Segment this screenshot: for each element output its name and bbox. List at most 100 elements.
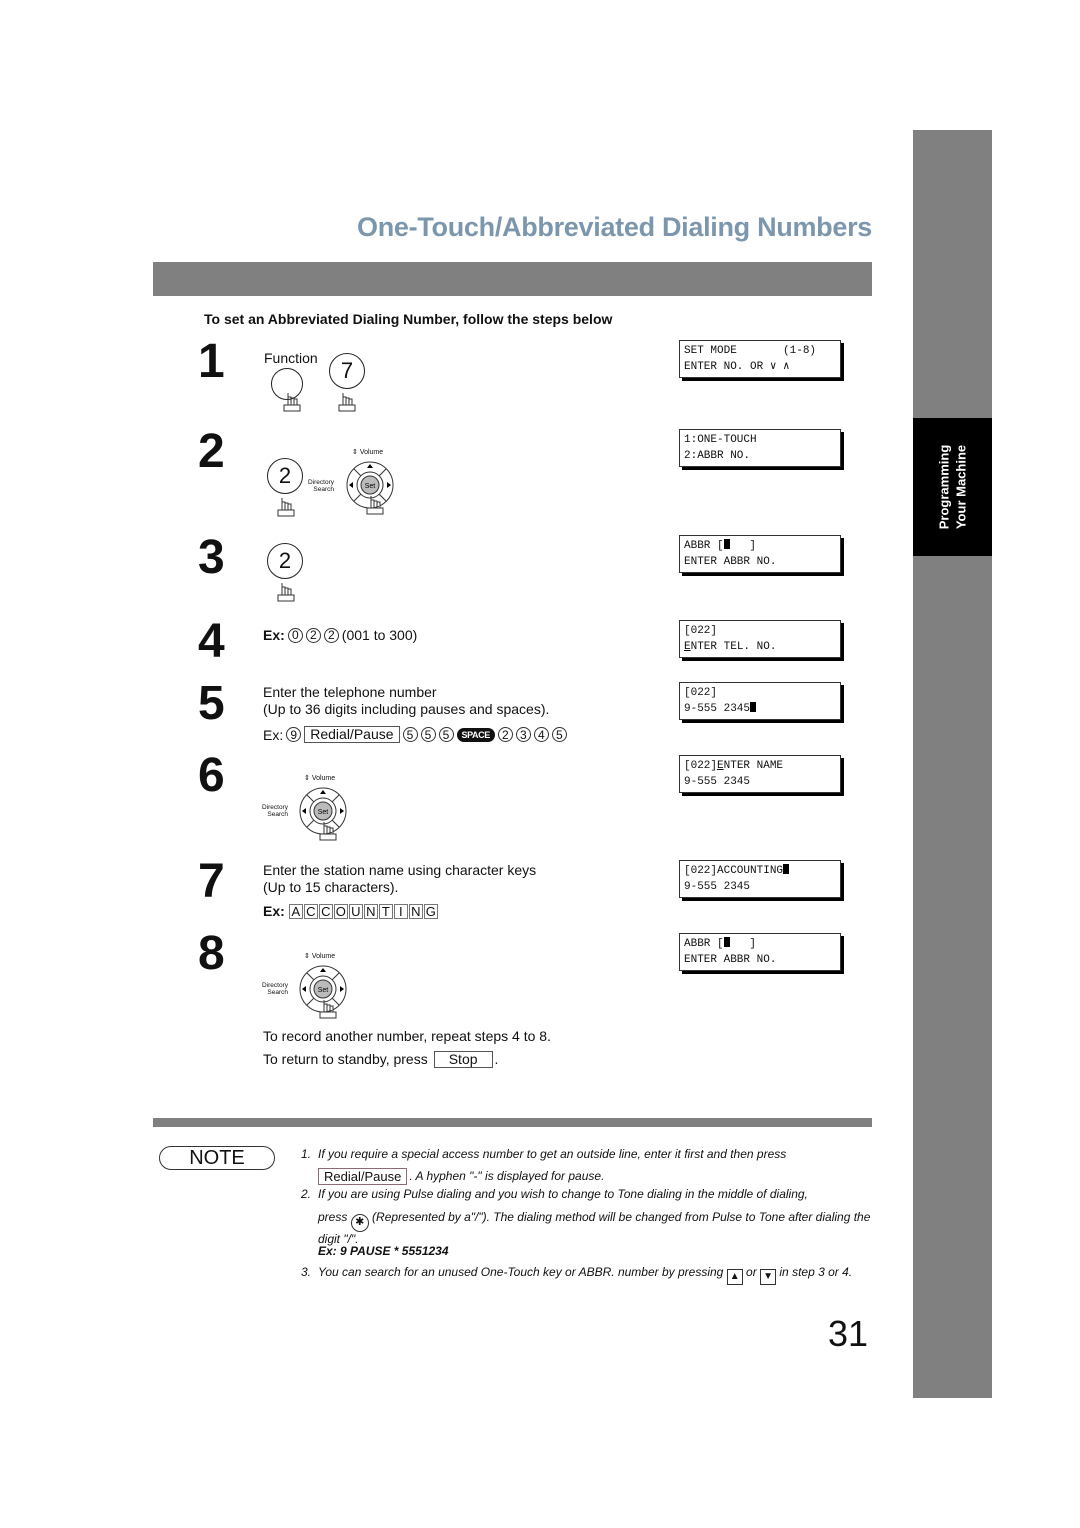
char-key: A <box>288 903 303 919</box>
char-key: U <box>348 903 363 919</box>
note-number: 3. <box>301 1265 312 1279</box>
ex-label: Ex: <box>263 627 285 643</box>
lcd-display: [022]ENTER NAME 9-555 2345 <box>679 755 841 793</box>
note-line: Redial/Pause . A hyphen "-" is displayed… <box>318 1168 878 1185</box>
instruction-line: (Up to 15 characters). <box>263 879 399 895</box>
lcd-cursor-char: E <box>684 641 691 653</box>
lcd-line: ENTER ABBR NO. <box>684 954 777 966</box>
lcd-display: 1:ONE-TOUCH 2:ABBR NO. <box>679 429 841 467</box>
step-7-example: Ex: A C C O U N T I N G <box>263 903 439 919</box>
instruction-line: (Up to 36 digits including pauses and sp… <box>263 701 550 717</box>
lcd-display: ABBR [ ] ENTER ABBR NO. <box>679 535 841 573</box>
redial-pause-key: Redial/Pause <box>304 726 400 743</box>
lcd-line: 9-555 2345 <box>684 701 836 717</box>
char-key: T <box>378 903 393 919</box>
cursor-block <box>750 702 757 712</box>
note-number: 1. <box>301 1147 312 1161</box>
ex-label: Ex: <box>263 726 284 743</box>
lcd-cursor-char: E <box>717 760 724 772</box>
char-key: C <box>303 903 318 919</box>
key-7-button[interactable]: 7 <box>329 353 365 389</box>
lcd-text: [022]ACCOUNTING <box>684 865 784 877</box>
lcd-display: [022]ACCOUNTING 9-555 2345 <box>679 860 841 898</box>
note-text: in step 3 or 4. <box>779 1265 853 1279</box>
lcd-line: [022] <box>684 687 718 699</box>
lcd-line: [022]ACCOUNTING <box>684 863 836 879</box>
instruction-line: Enter the telephone number <box>263 684 437 700</box>
step-number-1: 1 <box>198 335 225 388</box>
lcd-line: 2:ABBR NO. <box>684 450 751 462</box>
lcd-line: 9-555 2345 <box>684 776 751 788</box>
step-number-7: 7 <box>198 855 225 908</box>
volume-text: Volume <box>311 953 336 960</box>
char-key: G <box>423 903 438 919</box>
note-line: press ✱ (Represented by a"/"). The diali… <box>318 1210 878 1247</box>
note-text: press <box>318 1210 348 1224</box>
ex-label: Ex: <box>263 903 285 919</box>
set-button-label: Set <box>318 987 329 994</box>
lcd-line: 1:ONE-TOUCH <box>684 434 757 446</box>
char-key: C <box>318 903 333 919</box>
note-text: (Represented by a"/"). The dialing metho… <box>318 1210 871 1246</box>
volume-label: ⇕ Volume <box>304 775 336 782</box>
standby-text: To return to standby, press <box>263 1051 428 1067</box>
note-text: or <box>746 1265 757 1279</box>
search-text: Search <box>267 811 289 818</box>
stop-key: Stop <box>433 1051 493 1068</box>
instruction-line: Enter the station name using character k… <box>263 862 537 878</box>
step-7-instruction: Enter the station name using character k… <box>263 862 536 896</box>
char-key: I <box>393 903 408 919</box>
directory-text: Directory <box>262 982 289 989</box>
step-number-8: 8 <box>198 927 225 980</box>
page-title: One-Touch/Abbreviated Dialing Numbers <box>357 212 872 242</box>
lcd-line: ENTER ABBR NO. <box>684 556 777 568</box>
finger-press-icon <box>277 583 295 602</box>
directory-search-label: Directory Search <box>262 982 288 996</box>
step-number-6: 6 <box>198 749 225 802</box>
up-arrow-key-icon: ▲ <box>726 1268 743 1285</box>
lcd-line: [022]ENTER NAME <box>684 758 836 774</box>
finger-press-icon <box>283 393 301 412</box>
digit-key: 4 <box>533 727 549 742</box>
space-key: SPACE <box>456 727 495 742</box>
volume-text: Volume <box>359 449 384 456</box>
key-2-button[interactable]: 2 <box>267 543 303 579</box>
redial-pause-key: Redial/Pause <box>318 1168 408 1185</box>
volume-label: ⇕ Volume <box>352 449 384 456</box>
side-tab <box>913 130 992 1398</box>
page-number: 31 <box>828 1313 869 1354</box>
char-key: N <box>408 903 423 919</box>
directory-search-label: Directory Search <box>262 804 288 818</box>
step-5-instruction: Enter the telephone number (Up to 36 dig… <box>263 684 549 718</box>
lcd-text: ] <box>729 938 757 950</box>
step-number-5: 5 <box>198 677 225 730</box>
digit-key: 2 <box>323 627 339 643</box>
lcd-text: [022] <box>684 760 718 772</box>
lcd-display: [022] ENTER TEL. NO. <box>679 620 841 658</box>
function-label: Function <box>264 350 318 366</box>
lcd-text: 9-555 2345 <box>684 703 751 715</box>
digit-key: 2 <box>305 627 321 643</box>
footer-bar <box>153 1118 872 1127</box>
step-number-2: 2 <box>198 425 225 478</box>
finger-press-icon <box>319 822 337 841</box>
note-text: If you require a special access number t… <box>318 1147 787 1161</box>
side-tab-line2: Your Machine <box>953 444 969 530</box>
note-text: You can search for an unused One-Touch k… <box>318 1265 724 1279</box>
range-text: (001 to 300) <box>341 627 418 643</box>
digit-key: 9 <box>286 727 302 742</box>
digit-key: 5 <box>402 727 418 742</box>
finger-press-icon <box>319 1000 337 1019</box>
lcd-display: [022] 9-555 2345 <box>679 682 841 720</box>
step-4-example: Ex: 0 2 2 (001 to 300) <box>263 627 417 643</box>
key-2-button[interactable]: 2 <box>267 458 303 494</box>
lcd-text: NTER TEL. NO. <box>690 641 777 653</box>
side-tab-label: Programming Your Machine <box>913 418 992 556</box>
search-text: Search <box>267 989 289 996</box>
set-button-label: Set <box>318 809 329 816</box>
header-bar <box>153 262 872 296</box>
note-text: . A hyphen "-" is displayed for pause. <box>409 1169 605 1183</box>
finger-press-icon <box>338 393 356 412</box>
star-key-icon: ✱ <box>350 1213 369 1232</box>
volume-label: ⇕ Volume <box>304 953 336 960</box>
